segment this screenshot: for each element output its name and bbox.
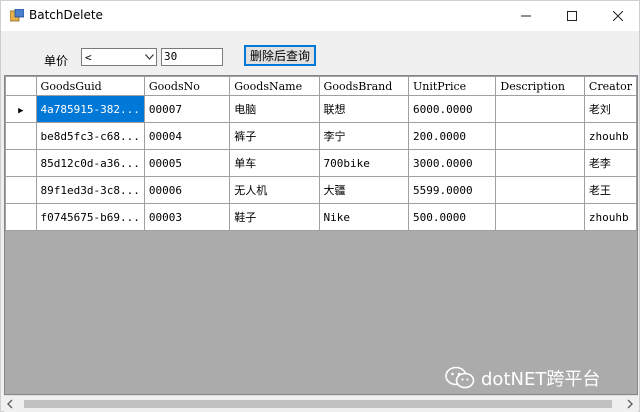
cell-goodsguid[interactable]: 85d12c0d-a36...: [35, 149, 145, 177]
table-row[interactable]: ▶ 4a785915-382... 00007 电脑 联想 6000.0000 …: [5, 95, 637, 123]
price-value-input[interactable]: 30: [161, 48, 223, 66]
cell-goodsguid[interactable]: 89f1ed3d-3c8...: [35, 176, 145, 204]
cell-unitprice[interactable]: 200.0000: [408, 122, 497, 150]
scroll-right-icon[interactable]: [626, 399, 634, 409]
scroll-left-icon[interactable]: [6, 399, 14, 409]
goods-data-grid[interactable]: GoodsGuid GoodsNo GoodsName GoodsBrand U…: [4, 75, 638, 395]
current-row-marker-icon: ▶: [18, 105, 24, 116]
maximize-button[interactable]: [549, 1, 595, 31]
table-row[interactable]: 85d12c0d-a36... 00005 单车 700bike 3000.00…: [5, 149, 637, 177]
cell-goodsname[interactable]: 鞋子: [229, 203, 320, 231]
cell-goodsguid[interactable]: f0745675-b69...: [35, 203, 145, 231]
cell-unitprice[interactable]: 5599.0000: [408, 176, 497, 204]
cell-unitprice[interactable]: 500.0000: [408, 203, 497, 231]
column-header-goodsbrand[interactable]: GoodsBrand: [318, 76, 410, 96]
minimize-icon: [521, 15, 531, 17]
cell-creator[interactable]: 老刘: [583, 95, 637, 123]
chevron-down-icon: [142, 54, 156, 60]
cell-goodsno[interactable]: 00004: [143, 122, 231, 150]
row-header-corner[interactable]: [5, 76, 37, 96]
minimize-button[interactable]: [503, 1, 549, 31]
cell-goodsname[interactable]: 裤子: [229, 122, 320, 150]
cell-goodsno[interactable]: 00007: [143, 95, 231, 123]
column-header-unitprice[interactable]: UnitPrice: [408, 76, 497, 96]
table-row[interactable]: be8d5fc3-c68... 00004 裤子 李宁 200.0000 zho…: [5, 122, 637, 150]
cell-goodsname[interactable]: 单车: [229, 149, 320, 177]
operator-value: <: [85, 50, 92, 64]
cell-unitprice[interactable]: 6000.0000: [408, 95, 497, 123]
delete-then-query-button[interactable]: 删除后查询: [244, 45, 316, 66]
cell-goodsname[interactable]: 无人机: [229, 176, 320, 204]
cell-creator[interactable]: 老王: [583, 176, 637, 204]
filter-toolbar: 单价 < 30 删除后查询: [1, 31, 639, 75]
app-icon: [10, 9, 24, 22]
batch-delete-window: BatchDelete 单价 < 30 删除后查询 GoodsGuid Good…: [0, 0, 640, 412]
cell-unitprice[interactable]: 3000.0000: [408, 149, 497, 177]
cell-goodsbrand[interactable]: 李宁: [318, 122, 410, 150]
cell-description[interactable]: [495, 122, 585, 150]
column-header-goodsguid[interactable]: GoodsGuid: [35, 76, 145, 96]
row-header[interactable]: [5, 122, 37, 150]
table-row[interactable]: 89f1ed3d-3c8... 00006 无人机 大疆 5599.0000 老…: [5, 176, 637, 204]
price-label: 单价: [44, 54, 69, 68]
horizontal-scrollbar[interactable]: [4, 395, 638, 412]
cell-creator[interactable]: 老李: [583, 149, 637, 177]
window-title: BatchDelete: [29, 8, 103, 22]
cell-description[interactable]: [495, 149, 585, 177]
cell-goodsbrand[interactable]: 700bike: [318, 149, 410, 177]
column-header-goodsno[interactable]: GoodsNo: [143, 76, 231, 96]
row-header[interactable]: ▶: [5, 95, 37, 123]
row-header[interactable]: [5, 176, 37, 204]
cell-goodsno[interactable]: 00003: [143, 203, 231, 231]
wechat-icon: [445, 366, 475, 389]
cell-description[interactable]: [495, 95, 585, 123]
cell-creator[interactable]: zhouhb: [583, 203, 637, 231]
table-row[interactable]: f0745675-b69... 00003 鞋子 Nike 500.0000 z…: [5, 203, 637, 231]
watermark: dotNET跨平台: [445, 365, 600, 391]
cell-goodsbrand[interactable]: Nike: [318, 203, 410, 231]
cell-goodsbrand[interactable]: 联想: [318, 95, 410, 123]
close-button[interactable]: [595, 1, 640, 31]
title-bar: BatchDelete: [1, 1, 639, 31]
cell-goodsno[interactable]: 00006: [143, 176, 231, 204]
cell-description[interactable]: [495, 176, 585, 204]
row-header[interactable]: [5, 203, 37, 231]
row-header[interactable]: [5, 149, 37, 177]
scrollbar-thumb[interactable]: [24, 400, 612, 408]
cell-description[interactable]: [495, 203, 585, 231]
column-header-creator[interactable]: Creator: [583, 76, 637, 96]
table-header-row: GoodsGuid GoodsNo GoodsName GoodsBrand U…: [5, 76, 637, 96]
cell-goodsguid[interactable]: be8d5fc3-c68...: [35, 122, 145, 150]
cell-goodsbrand[interactable]: 大疆: [318, 176, 410, 204]
cell-goodsguid[interactable]: 4a785915-382...: [35, 95, 145, 123]
close-icon: [613, 11, 623, 21]
cell-goodsname[interactable]: 电脑: [229, 95, 320, 123]
column-header-description[interactable]: Description: [495, 76, 585, 96]
operator-select[interactable]: <: [81, 48, 157, 66]
watermark-text: dotNET跨平台: [481, 369, 601, 390]
goods-table: GoodsGuid GoodsNo GoodsName GoodsBrand U…: [5, 76, 637, 231]
column-header-goodsname[interactable]: GoodsName: [229, 76, 320, 96]
cell-creator[interactable]: zhouhb: [583, 122, 637, 150]
cell-goodsno[interactable]: 00005: [143, 149, 231, 177]
maximize-icon: [567, 11, 577, 21]
